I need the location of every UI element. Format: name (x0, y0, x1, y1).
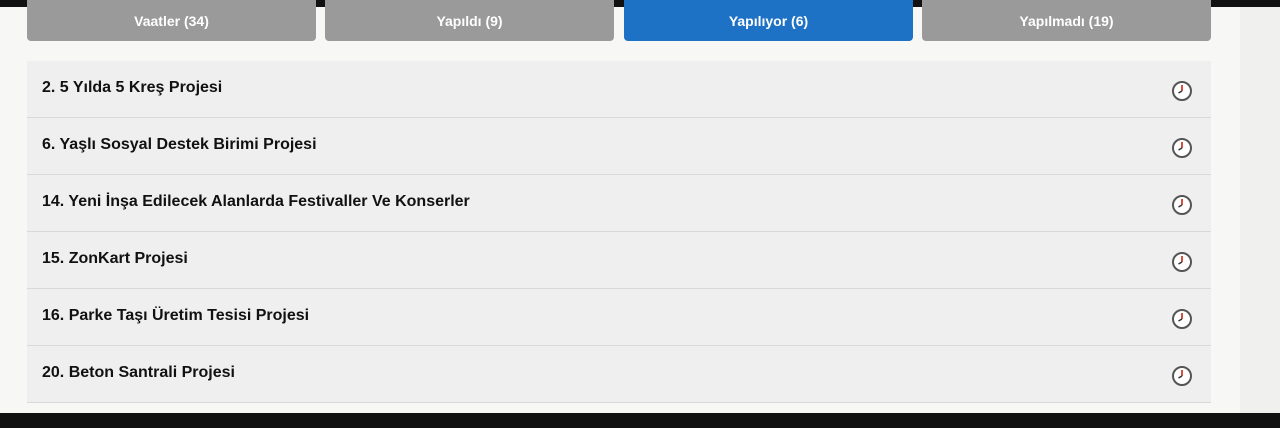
clock-icon (1172, 81, 1192, 101)
clock-icon (1172, 366, 1192, 386)
list-item[interactable]: 15. ZonKart Projesi (27, 232, 1211, 289)
clock-icon (1172, 309, 1192, 329)
right-margin (1240, 7, 1280, 413)
item-title: 14. Yeni İnşa Edilecek Alanlarda Festiva… (42, 193, 470, 210)
item-title: 20. Beton Santrali Projesi (42, 364, 235, 381)
tab-label: Yapılmadı (19) (1019, 13, 1114, 29)
tab-label: Vaatler (34) (134, 13, 209, 29)
item-title: 15. ZonKart Projesi (42, 250, 188, 267)
list-item[interactable]: 2. 5 Yılda 5 Kreş Projesi (27, 61, 1211, 118)
tab-label: Yapıldı (9) (436, 13, 503, 29)
list-item[interactable]: 16. Parke Taşı Üretim Tesisi Projesi (27, 289, 1211, 346)
list-item[interactable]: 6. Yaşlı Sosyal Destek Birimi Projesi (27, 118, 1211, 175)
list-item[interactable]: 20. Beton Santrali Projesi (27, 346, 1211, 403)
tab-yapiliyor[interactable]: Yapılıyor (6) (624, 0, 913, 41)
item-title: 6. Yaşlı Sosyal Destek Birimi Projesi (42, 136, 317, 153)
tab-yapilmadi[interactable]: Yapılmadı (19) (922, 0, 1211, 41)
item-title: 16. Parke Taşı Üretim Tesisi Projesi (42, 307, 310, 324)
clock-icon (1172, 252, 1192, 272)
promise-list: 2. 5 Yılda 5 Kreş Projesi 6. Yaşlı Sosya… (27, 61, 1211, 403)
clock-icon (1172, 195, 1192, 215)
bottom-bar (0, 413, 1280, 428)
list-item[interactable]: 14. Yeni İnşa Edilecek Alanlarda Festiva… (27, 175, 1211, 232)
item-title: 2. 5 Yılda 5 Kreş Projesi (42, 79, 223, 96)
status-tabs: Vaatler (34) Yapıldı (9) Yapılıyor (6) Y… (27, 0, 1211, 41)
clock-icon (1172, 138, 1192, 158)
tab-label: Yapılıyor (6) (728, 13, 809, 29)
tab-yapildi[interactable]: Yapıldı (9) (325, 0, 614, 41)
tab-vaatler[interactable]: Vaatler (34) (27, 0, 316, 41)
